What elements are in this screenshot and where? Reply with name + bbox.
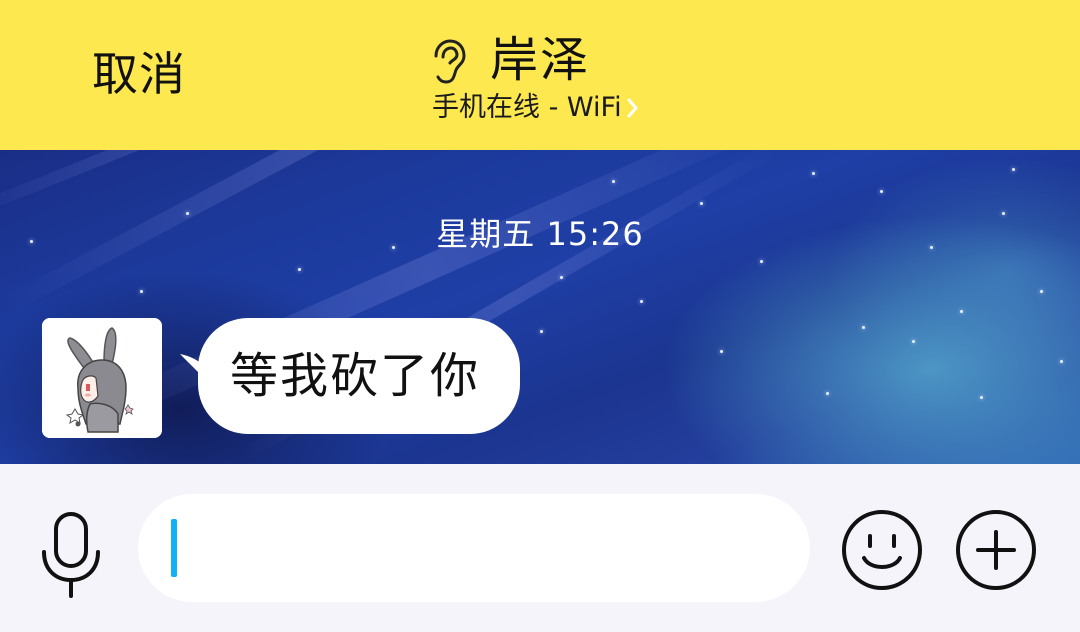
star bbox=[1040, 290, 1043, 293]
message-timestamp: 星期五 15:26 bbox=[436, 215, 644, 253]
status-text: 手机在线 - WiFi bbox=[432, 92, 622, 123]
star bbox=[862, 326, 865, 329]
online-status[interactable]: 手机在线 - WiFi bbox=[432, 90, 640, 126]
star bbox=[612, 180, 615, 183]
star bbox=[826, 392, 829, 395]
contact-avatar[interactable] bbox=[42, 318, 162, 438]
star bbox=[1012, 168, 1015, 171]
star bbox=[812, 172, 815, 175]
contact-name[interactable]: 岸泽 bbox=[490, 32, 590, 88]
anime-bunny-girl-avatar bbox=[42, 318, 162, 438]
plus-icon[interactable] bbox=[954, 508, 1038, 592]
cancel-button[interactable]: 取消 bbox=[92, 48, 186, 100]
chevron-right-icon bbox=[627, 98, 638, 118]
emoji-icon[interactable] bbox=[840, 508, 924, 592]
star bbox=[560, 276, 563, 279]
star bbox=[540, 330, 543, 333]
star bbox=[1060, 360, 1063, 363]
star bbox=[640, 300, 643, 303]
star bbox=[720, 350, 723, 353]
message-bubble[interactable]: 等我砍了你 bbox=[198, 318, 520, 434]
input-bar bbox=[0, 464, 1080, 632]
star bbox=[960, 310, 963, 313]
chat-background: 星期五 15:26 等我砍了你 bbox=[0, 150, 1080, 464]
message-input[interactable] bbox=[138, 494, 810, 602]
star bbox=[298, 268, 301, 271]
star bbox=[912, 340, 915, 343]
message-text: 等我砍了你 bbox=[230, 348, 481, 404]
star bbox=[140, 290, 143, 293]
star bbox=[880, 190, 883, 193]
star bbox=[980, 396, 983, 399]
star bbox=[760, 260, 763, 263]
ear-icon[interactable] bbox=[428, 38, 468, 86]
text-caret bbox=[171, 519, 177, 577]
microphone-icon[interactable] bbox=[38, 508, 104, 600]
star bbox=[700, 202, 703, 205]
chat-header: 取消 岸泽 手机在线 - WiFi bbox=[0, 0, 1080, 150]
